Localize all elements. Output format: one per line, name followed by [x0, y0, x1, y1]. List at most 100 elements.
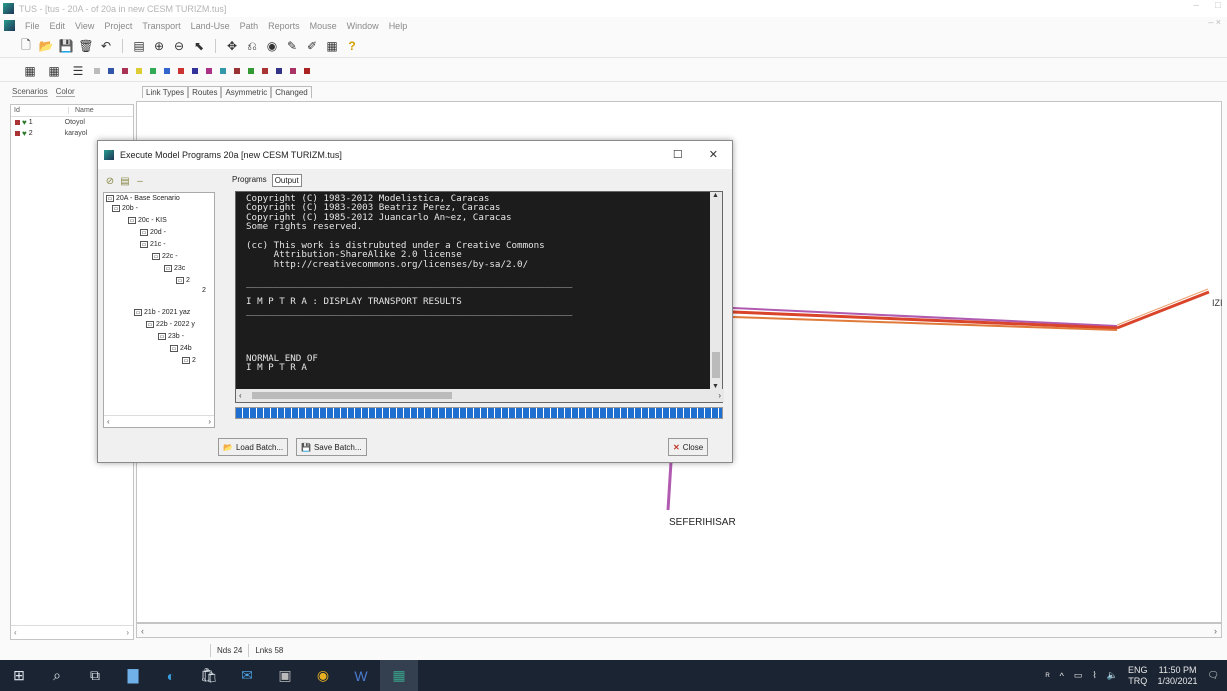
swatch-red2[interactable]	[178, 67, 184, 74]
tree-horizontal-scrollbar[interactable]: ‹ ›	[104, 415, 214, 427]
menu-view[interactable]: View	[75, 21, 94, 31]
tab-asymmetric[interactable]: Asymmetric	[221, 86, 272, 98]
node-icon[interactable]: ◉	[264, 38, 280, 54]
eraser-icon[interactable]: ✐	[304, 38, 320, 54]
link-seferihisar[interactable]	[666, 461, 673, 511]
scroll-thumb[interactable]	[252, 392, 452, 399]
word-icon[interactable]: W	[342, 660, 380, 691]
tree-icon[interactable]: ▤	[119, 175, 131, 187]
column-name[interactable]: Name	[69, 107, 94, 114]
tree-item[interactable]: ▭ 22c -	[152, 253, 178, 260]
swatch-magenta[interactable]	[206, 67, 212, 74]
scroll-right-icon[interactable]: ›	[126, 628, 129, 637]
tab-scenarios[interactable]: Scenarios	[12, 87, 48, 97]
tree-item[interactable]: ▭ 21b - 2021 yaz	[134, 309, 190, 316]
swatch-teal[interactable]	[220, 67, 226, 74]
console-horizontal-scrollbar[interactable]: ‹ ›	[236, 389, 724, 402]
tree-item[interactable]: ▭ 2	[176, 277, 190, 284]
swatch-navy2[interactable]	[276, 67, 282, 74]
mdi-controls[interactable]: – ×	[1208, 17, 1221, 27]
menu-reports[interactable]: Reports	[268, 21, 300, 31]
scroll-left-icon[interactable]: ‹	[107, 417, 110, 426]
save-icon[interactable]: 💾	[58, 38, 74, 54]
new-file-icon[interactable]: 🗋	[18, 38, 34, 54]
maximize-icon[interactable]: □	[1215, 0, 1221, 11]
column-id[interactable]: Id	[11, 107, 69, 114]
menu-window[interactable]: Window	[347, 21, 379, 31]
undo-icon[interactable]: ↶	[98, 38, 114, 54]
load-batch-button[interactable]: 📂 Load Batch...	[218, 438, 289, 456]
tab-link-types[interactable]: Link Types	[142, 86, 189, 98]
scroll-left-icon[interactable]: ‹	[239, 391, 242, 400]
select-icon[interactable]: ⬉	[191, 38, 207, 54]
tree-item[interactable]: ▭ 21c -	[140, 241, 166, 248]
tree-item[interactable]: ▭ 24b	[170, 345, 192, 352]
zoom-out-icon[interactable]: ⊖	[171, 38, 187, 54]
swatch-yellow[interactable]	[136, 67, 142, 74]
file-explorer-icon[interactable]: ▇	[114, 660, 152, 691]
swatch-green2[interactable]	[248, 67, 254, 74]
delete-icon[interactable]: 🗑	[78, 38, 94, 54]
scroll-right-icon[interactable]: ›	[208, 417, 211, 426]
mdi-icon[interactable]	[4, 20, 15, 31]
scroll-right-icon[interactable]: ›	[1214, 626, 1217, 636]
task-view-icon[interactable]: ⧉	[76, 660, 114, 691]
maximize-icon[interactable]: ☐	[673, 148, 683, 161]
tab-changed[interactable]: Changed	[271, 86, 312, 98]
scroll-thumb[interactable]	[712, 352, 720, 378]
tus-taskbar-icon[interactable]: ▦	[380, 660, 418, 691]
tab-color[interactable]: Color	[55, 87, 75, 97]
battery-icon[interactable]: ▭	[1074, 670, 1083, 681]
tab-programs[interactable]: Programs	[230, 174, 269, 187]
swatch-red3[interactable]	[262, 67, 268, 74]
clock[interactable]: 11:50 PM 1/30/2021	[1158, 665, 1198, 687]
tree-item[interactable]: ▭ 20A - Base Scenario	[106, 195, 180, 202]
menu-file[interactable]: File	[25, 21, 40, 31]
list-icon[interactable]: ☰	[70, 63, 86, 79]
pan-icon[interactable]: ✥	[224, 38, 240, 54]
network-icon[interactable]: ⌇	[1092, 670, 1096, 681]
close-icon[interactable]: ✕	[709, 148, 718, 161]
tree-item[interactable]: ▭ 23b -	[158, 333, 184, 340]
help-icon[interactable]: ?	[344, 38, 360, 54]
grid-alt-icon[interactable]: ▦	[46, 63, 62, 79]
search-icon[interactable]: ⌕	[38, 660, 76, 691]
tree-item[interactable]: ▭ 23c	[164, 265, 185, 272]
map-horizontal-scrollbar[interactable]: ‹ ›	[136, 623, 1222, 638]
link-icon[interactable]: ⎌	[244, 38, 260, 54]
menu-project[interactable]: Project	[104, 21, 132, 31]
store-icon[interactable]: 🛍	[190, 660, 228, 691]
swatch-pink[interactable]	[290, 67, 296, 74]
swatch-blue2[interactable]	[164, 67, 170, 74]
tree-item[interactable]: 2	[202, 287, 206, 294]
menu-land-use[interactable]: Land-Use	[191, 21, 230, 31]
language-indicator[interactable]: ENG TRQ	[1128, 665, 1148, 687]
page-icon[interactable]: ▤	[131, 38, 147, 54]
swatch-navy[interactable]	[192, 67, 198, 74]
close-button[interactable]: ✕ Close	[668, 438, 709, 456]
grid-icon[interactable]: ▦	[22, 63, 38, 79]
swatch-red[interactable]	[122, 67, 128, 74]
menu-help[interactable]: Help	[389, 21, 408, 31]
people-icon[interactable]: ᴿ	[1046, 671, 1050, 681]
pencil-icon[interactable]: ✎	[284, 38, 300, 54]
notification-icon[interactable]: 🗨	[1208, 670, 1219, 681]
tree-item[interactable]: ▭ 20d -	[140, 229, 166, 236]
menu-edit[interactable]: Edit	[50, 21, 66, 31]
dash-icon[interactable]: –	[134, 175, 146, 187]
tree-item[interactable]: ▭ 22b - 2022 y	[146, 321, 195, 328]
swatch-green[interactable]	[150, 67, 156, 74]
swatch-red4[interactable]	[304, 67, 310, 74]
run-icon[interactable]: ⊘	[104, 175, 116, 187]
scroll-left-icon[interactable]: ‹	[14, 628, 17, 637]
list-item[interactable]: ♥ 1 Otoyol	[11, 117, 133, 128]
tab-output[interactable]: Output	[271, 174, 302, 187]
swatch-grey[interactable]	[94, 67, 100, 74]
volume-icon[interactable]: 🔈	[1107, 670, 1118, 681]
scroll-up-icon[interactable]: ▲	[712, 192, 719, 199]
app-icon[interactable]: ▣	[266, 660, 304, 691]
minimize-icon[interactable]: –	[1193, 0, 1199, 11]
chrome-icon[interactable]: ◉	[304, 660, 342, 691]
horizontal-scrollbar[interactable]: ‹ ›	[11, 625, 133, 639]
list-item[interactable]: ♥ 2 karayol	[11, 128, 133, 139]
